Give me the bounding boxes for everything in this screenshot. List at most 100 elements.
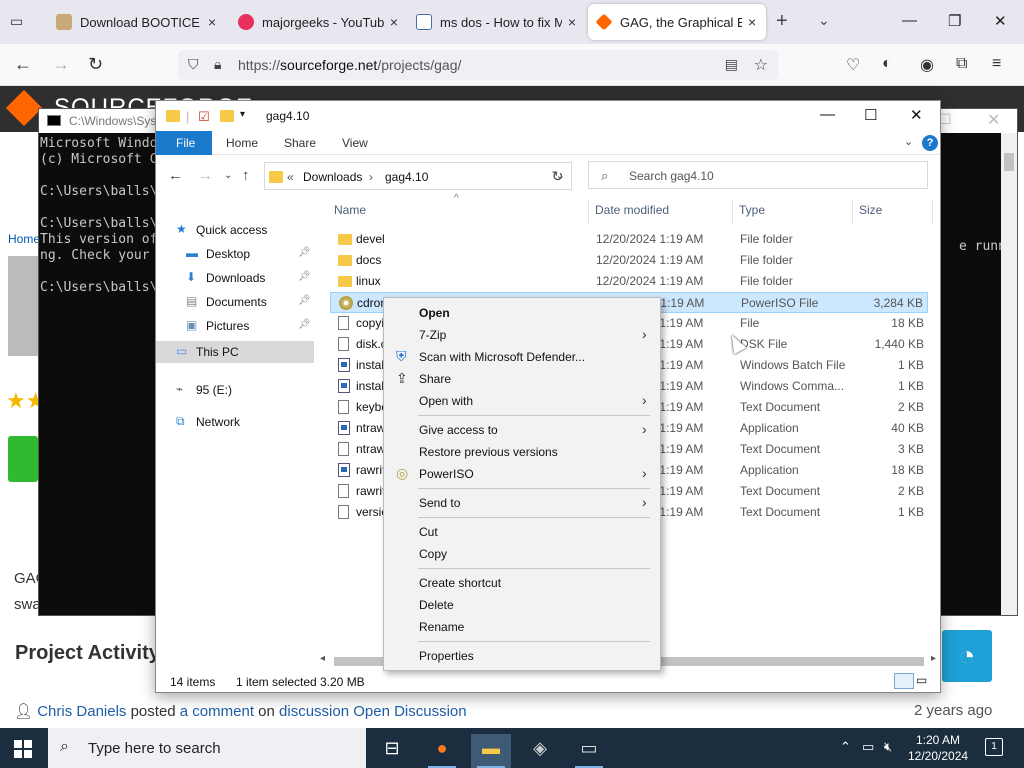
task-view-icon[interactable]: ⊟ <box>372 734 412 768</box>
firefox-icon[interactable]: ● <box>422 734 462 768</box>
ribbon-tab-file[interactable]: File <box>156 131 212 155</box>
list-all-tabs-icon[interactable]: ⌄ <box>818 12 830 29</box>
close-tab-icon[interactable]: × <box>208 14 216 30</box>
user-link[interactable]: Chris Daniels <box>37 703 126 720</box>
scroll-left-icon[interactable]: ◂ <box>320 653 325 664</box>
rss-feed-icon[interactable]: ◔ <box>942 630 992 682</box>
breadcrumb-home-link[interactable]: Home <box>8 232 40 246</box>
pin-icon[interactable]: 📌︎ <box>298 271 311 282</box>
tab-gag[interactable]: GAG, the Graphical Boot Manager × <box>588 4 766 40</box>
ribbon-tab-view[interactable]: View <box>342 136 368 150</box>
bookmark-star-icon[interactable]: ☆ <box>754 55 768 75</box>
tab-overview-icon[interactable]: ▭ <box>10 13 28 31</box>
menu-item-open[interactable]: Open <box>386 302 658 324</box>
column-header-date[interactable]: Date modified <box>595 203 669 217</box>
menu-item-delete[interactable]: Delete <box>386 594 658 616</box>
menu-item-7-zip[interactable]: 7-Zip › <box>386 324 658 346</box>
show-hidden-icons-icon[interactable]: ⌃ <box>840 739 851 755</box>
properties-quick-icon[interactable]: ☑ <box>198 109 210 125</box>
menu-item-share[interactable]: ⇪ Share <box>386 368 658 390</box>
breadcrumb-gag[interactable]: gag4.10 <box>385 170 428 184</box>
file-explorer-icon[interactable]: ▬ <box>471 734 511 768</box>
help-icon[interactable]: ? <box>922 135 938 151</box>
nav-item-quick-access[interactable]: ★ Quick access <box>156 219 314 241</box>
command-prompt-icon[interactable]: ▭ <box>569 734 609 768</box>
close-icon[interactable]: ✕ <box>987 110 1000 130</box>
nav-item-network[interactable]: ⧉ Network <box>156 411 314 433</box>
scroll-right-icon[interactable]: ▸ <box>931 653 936 664</box>
new-folder-quick-icon[interactable] <box>220 109 234 124</box>
pin-icon[interactable]: 📌︎ <box>298 295 311 306</box>
ribbon-tab-home[interactable]: Home <box>226 136 258 150</box>
network-icon[interactable]: ▭ <box>862 739 874 755</box>
url-bar[interactable]: ⛉ 🔒︎ https://sourceforge.net/projects/ga… <box>178 50 778 80</box>
explorer-title-bar[interactable]: | ☑ ▾ gag4.10 — ☐ ✕ <box>156 101 940 131</box>
reader-view-icon[interactable]: ▤ <box>725 56 738 73</box>
menu-icon[interactable]: ≡ <box>992 55 1001 73</box>
close-tab-icon[interactable]: × <box>748 14 756 30</box>
column-header-type[interactable]: Type <box>739 203 765 217</box>
tab-bootice[interactable]: Download BOOTICE 64-bit × <box>48 4 228 40</box>
breadcrumb-separator[interactable]: › <box>369 170 373 184</box>
menu-item-create-shortcut[interactable]: Create shortcut <box>386 572 658 594</box>
nav-item-downloads[interactable]: ⬇ Downloads 📌︎ <box>156 267 314 289</box>
menu-item-properties[interactable]: Properties <box>386 645 658 667</box>
close-tab-icon[interactable]: × <box>390 14 398 30</box>
nav-item-95-e[interactable]: ⌁ 95 (E:) <box>156 379 314 401</box>
menu-item-open-with[interactable]: Open with › <box>386 390 658 412</box>
back-icon[interactable]: ← <box>168 167 183 184</box>
address-bar[interactable]: « Downloads › gag4.10 ⌄ <box>264 162 572 190</box>
close-window-icon[interactable]: ✕ <box>994 12 1007 30</box>
file-row[interactable]: linux 12/20/2024 1:19 AM File folder <box>330 271 928 292</box>
reload-icon[interactable]: ↻ <box>88 54 103 75</box>
tab-youtube[interactable]: majorgeeks - YouTube × <box>230 4 406 40</box>
up-icon[interactable]: ↑ <box>242 167 250 184</box>
nav-item-this-pc[interactable]: ▭ This PC <box>156 341 314 363</box>
large-icons-view-icon[interactable]: ▭ <box>916 673 936 689</box>
expand-ribbon-icon[interactable]: ⌄ <box>904 135 913 148</box>
pocket-icon[interactable]: ♡ <box>846 55 860 75</box>
file-row[interactable]: devel 12/20/2024 1:19 AM File folder <box>330 229 928 250</box>
menu-item-rename[interactable]: Rename <box>386 616 658 638</box>
tab-msdos[interactable]: ms dos - How to fix MBR × <box>408 4 584 40</box>
restore-icon[interactable]: ❐ <box>948 12 961 30</box>
menu-item-copy[interactable]: Copy <box>386 543 658 565</box>
comment-link[interactable]: a comment <box>180 703 254 720</box>
recent-locations-icon[interactable]: ⌄ <box>224 170 232 181</box>
minimize-icon[interactable]: — <box>902 12 917 29</box>
download-button[interactable] <box>8 436 38 482</box>
lock-icon[interactable]: 🔒︎ <box>214 56 221 73</box>
taskbar-search[interactable]: ⌕ Type here to search <box>48 728 366 768</box>
notification-center-icon[interactable]: 1 <box>985 738 1003 756</box>
url-text[interactable]: https://sourceforge.net/projects/gag/ <box>238 57 461 73</box>
minimize-icon[interactable]: — <box>820 106 835 123</box>
close-icon[interactable]: ✕ <box>910 106 923 124</box>
sourceforge-logo-icon[interactable] <box>5 89 43 127</box>
pin-icon[interactable]: 📌︎ <box>298 319 311 330</box>
volume-muted-icon[interactable]: 🔇︎ <box>884 739 892 755</box>
forward-icon[interactable]: → <box>198 167 213 184</box>
tracking-shield-icon[interactable]: ⛉ <box>188 56 199 73</box>
menu-item-restore-previous-versions[interactable]: Restore previous versions <box>386 441 658 463</box>
refresh-icon[interactable]: ↻ <box>544 162 572 190</box>
nav-item-desktop[interactable]: ▬ Desktop 📌︎ <box>156 243 314 265</box>
file-row[interactable]: docs 12/20/2024 1:19 AM File folder <box>330 250 928 271</box>
details-view-icon[interactable] <box>894 673 914 689</box>
nav-item-documents[interactable]: ▤ Documents 📌︎ <box>156 291 314 313</box>
start-button[interactable] <box>14 740 32 758</box>
ribbon-tab-share[interactable]: Share <box>284 136 316 150</box>
cmd-scrollbar[interactable] <box>1001 133 1017 615</box>
back-icon[interactable]: ← <box>14 54 32 75</box>
account-icon[interactable]: ◉ <box>920 55 934 75</box>
menu-item-cut[interactable]: Cut <box>386 521 658 543</box>
maximize-icon[interactable]: ☐ <box>864 106 877 124</box>
close-tab-icon[interactable]: × <box>568 14 576 30</box>
extension-circle-icon[interactable]: ◐ <box>882 55 892 73</box>
menu-item-send-to[interactable]: Send to › <box>386 492 658 514</box>
cmd-output[interactable]: Microsoft Windo (c) Microsoft C C:\Users\b… <box>40 136 157 296</box>
column-header-size[interactable]: Size <box>859 203 882 217</box>
discussion-link[interactable]: discussion Open Discussion <box>279 703 467 720</box>
bootice-icon[interactable]: ◈ <box>520 734 560 768</box>
menu-item-give-access-to[interactable]: Give access to › <box>386 419 658 441</box>
quick-access-dropdown-icon[interactable]: ▾ <box>240 109 245 120</box>
